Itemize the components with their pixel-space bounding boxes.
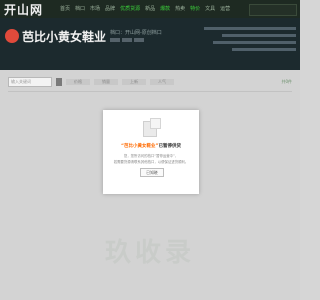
dialog-shop-name: “芭比小黄女鞋业” <box>121 144 159 149</box>
dialog-confirm-button[interactable]: 已知晓 <box>140 168 164 177</box>
empty-box-icon <box>141 118 161 137</box>
dialog-message-line1: 您，您所访问的档口“暂停运营中”， <box>123 154 179 158</box>
watermark-text: 玖收录 <box>104 238 195 268</box>
dialog-message-line2: 若需要货源请联系其他档口，以便保证进货顺利。 <box>113 160 189 164</box>
suspended-dialog: “芭比小黄女鞋业”已暂停供货 您，您所访问的档口“暂停运营中”， 若需要货源请联… <box>103 110 199 194</box>
dialog-title-suffix: 已暂停供货 <box>158 144 181 149</box>
dialog-title: “芭比小黄女鞋业”已暂停供货 <box>103 143 199 149</box>
